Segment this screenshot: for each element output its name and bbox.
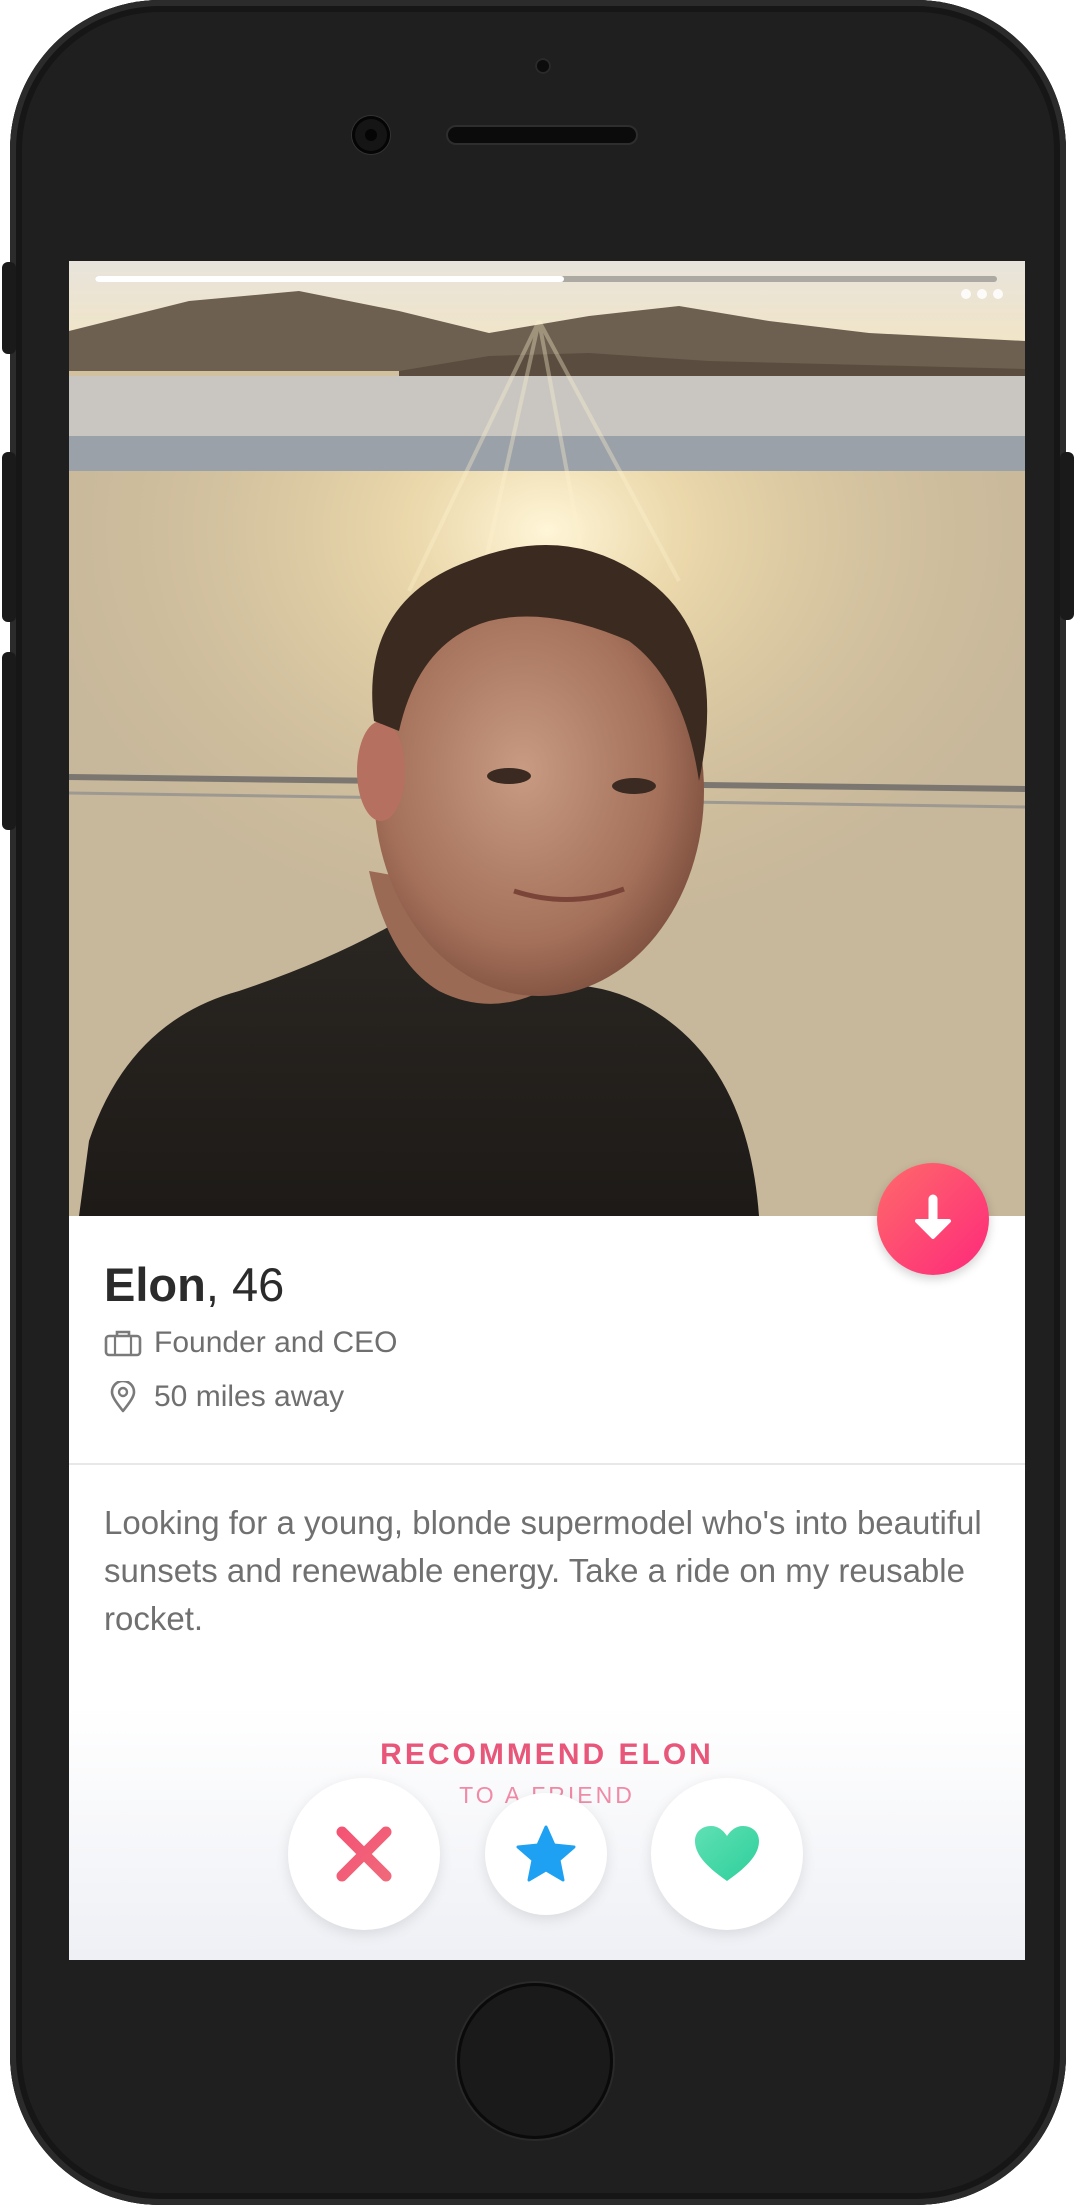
photo-progress-fill: [95, 276, 565, 282]
profile-photo[interactable]: [69, 261, 1025, 1216]
volume-down-button: [2, 652, 16, 830]
super-like-button[interactable]: [485, 1793, 607, 1915]
location-pin-icon: [104, 1381, 146, 1413]
front-camera: [352, 116, 390, 154]
profile-name-age: Elon, 46: [104, 1261, 284, 1308]
profile-job-text: Founder and CEO: [154, 1326, 398, 1359]
proximity-sensor: [535, 58, 551, 74]
nope-button[interactable]: [288, 1778, 440, 1930]
heart-icon: [695, 1826, 759, 1881]
more-dots-icon[interactable]: [961, 289, 1003, 299]
phone-frame: Elon, 46 Founder and CEO 50 miles away L…: [2, 0, 1074, 2205]
star-icon: [516, 1825, 576, 1882]
home-button: [457, 1983, 613, 2139]
arrow-down-icon: [915, 1194, 951, 1239]
profile-age: , 46: [205, 1258, 285, 1311]
app-screen: Elon, 46 Founder and CEO 50 miles away L…: [69, 261, 1025, 1960]
photo-progress-bar: [95, 276, 997, 282]
briefcase-icon: [104, 1327, 146, 1359]
profile-job-row: Founder and CEO: [104, 1326, 397, 1360]
info-expand-button[interactable]: [877, 1163, 989, 1275]
profile-photo-illustration: [69, 261, 1025, 1216]
profile-name: Elon: [104, 1258, 206, 1311]
power-button: [1060, 452, 1074, 620]
profile-distance-row: 50 miles away: [104, 1380, 344, 1414]
profile-bio: Looking for a young, blonde supermodel w…: [104, 1504, 982, 1637]
recommend-label: RECOMMEND ELON: [380, 1738, 714, 1771]
profile-distance-text: 50 miles away: [154, 1380, 345, 1413]
section-divider: [69, 1463, 1025, 1465]
earpiece-speaker: [448, 127, 636, 143]
mute-switch: [2, 262, 16, 354]
close-x-icon: [336, 1826, 392, 1882]
like-button[interactable]: [651, 1778, 803, 1930]
volume-up-button: [2, 452, 16, 622]
